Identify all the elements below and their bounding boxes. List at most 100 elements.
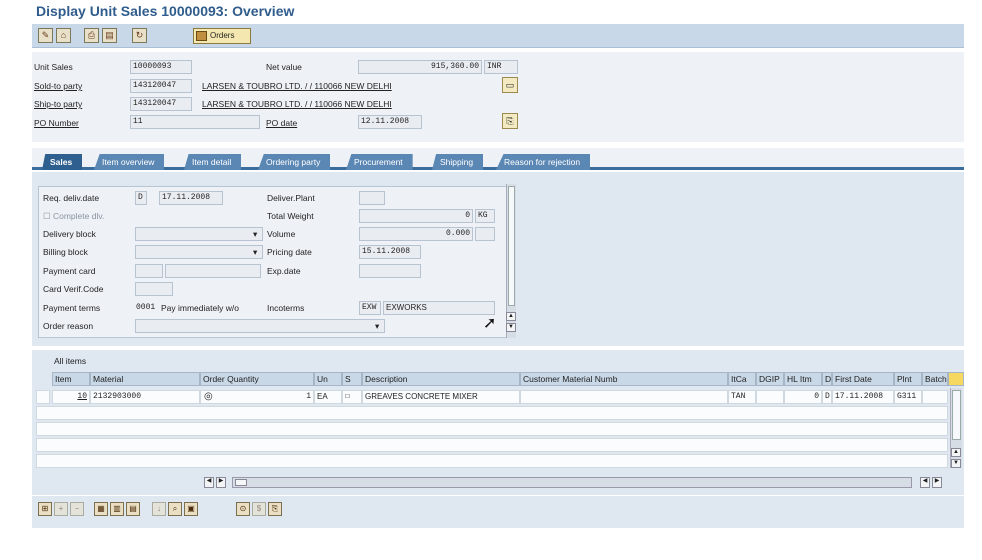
- column-header[interactable]: Plnt: [894, 372, 922, 386]
- payment-card-type-field[interactable]: [135, 264, 163, 278]
- refresh-icon[interactable]: ↻: [132, 28, 147, 43]
- orders-button[interactable]: Orders: [193, 28, 251, 44]
- column-header[interactable]: Material: [90, 372, 200, 386]
- scroll-up-icon[interactable]: ▲: [951, 448, 961, 457]
- insert-row-icon[interactable]: +: [54, 502, 68, 516]
- cell-batch[interactable]: [922, 390, 948, 404]
- cell-description[interactable]: GREAVES CONCRETE MIXER: [362, 390, 520, 404]
- scroll-thumb[interactable]: [952, 390, 961, 440]
- table-row[interactable]: [36, 438, 948, 452]
- column-header[interactable]: Item: [52, 372, 90, 386]
- find-icon[interactable]: ⌕: [168, 502, 182, 516]
- tab-reason-for-rejection[interactable]: Reason for rejection: [496, 154, 591, 170]
- column-header[interactable]: DGIP: [756, 372, 784, 386]
- card-verif-code-field[interactable]: [135, 282, 173, 296]
- items-horizontal-scrollbar[interactable]: [232, 477, 912, 488]
- ship-to-label[interactable]: Ship-to party: [34, 99, 82, 109]
- currency-field[interactable]: INR: [484, 60, 518, 74]
- cell-plant[interactable]: G311: [894, 390, 922, 404]
- document-flow-icon[interactable]: ⎘: [268, 502, 282, 516]
- po-number-label[interactable]: PO Number: [34, 118, 79, 128]
- delete-row-icon[interactable]: −: [70, 502, 84, 516]
- scroll-down-icon[interactable]: ▼: [951, 459, 961, 468]
- column-header[interactable]: Description: [362, 372, 520, 386]
- scroll-left-icon[interactable]: ◀: [920, 477, 930, 488]
- column-header[interactable]: Un: [314, 372, 342, 386]
- payment-card-number-field[interactable]: [165, 264, 261, 278]
- column-header[interactable]: Order Quantity: [200, 372, 314, 386]
- configuration-icon[interactable]: ⊙: [236, 502, 250, 516]
- sold-to-address-icon[interactable]: ▭: [502, 77, 518, 93]
- scroll-thumb[interactable]: [508, 186, 515, 306]
- weight-unit-field[interactable]: KG: [475, 209, 495, 223]
- po-date-field[interactable]: 12.11.2008: [358, 115, 422, 129]
- print-icon[interactable]: ⎙: [84, 28, 99, 43]
- column-header[interactable]: S: [342, 372, 362, 386]
- sort-icon[interactable]: ↓: [152, 502, 166, 516]
- table-row[interactable]: [36, 406, 948, 420]
- po-number-field[interactable]: 11: [130, 115, 260, 129]
- schedule-lines-icon[interactable]: ◎: [204, 391, 213, 402]
- cell-unit[interactable]: EA: [314, 390, 342, 404]
- scroll-right-icon[interactable]: ▶: [932, 477, 942, 488]
- tab-item-overview[interactable]: Item overview: [94, 154, 165, 170]
- ship-to-id-field[interactable]: 143120047: [130, 97, 192, 111]
- volume-unit-field[interactable]: [475, 227, 495, 241]
- column-header[interactable]: First Date: [832, 372, 894, 386]
- tab-procurement[interactable]: Procurement: [346, 154, 413, 170]
- deselect-all-icon[interactable]: ▥: [110, 502, 124, 516]
- tab-sales[interactable]: Sales: [42, 154, 83, 170]
- column-header[interactable]: Customer Material Numb: [520, 372, 728, 386]
- cell-order-quantity[interactable]: 1: [200, 390, 314, 404]
- tab-shipping[interactable]: Shipping: [432, 154, 484, 170]
- complete-dlv-checkbox[interactable]: ☐ Complete dlv.: [43, 211, 104, 222]
- print-preview-icon[interactable]: ▤: [102, 28, 117, 43]
- po-date-label[interactable]: PO date: [266, 118, 297, 128]
- table-settings-icon[interactable]: ▣: [184, 502, 198, 516]
- volume-field[interactable]: 0.000: [359, 227, 473, 241]
- column-header[interactable]: ItCa: [728, 372, 756, 386]
- billing-block-dropdown-icon[interactable]: ▾: [253, 247, 257, 258]
- total-weight-field[interactable]: 0: [359, 209, 473, 223]
- pricing-date-field[interactable]: 15.11.2008: [359, 245, 421, 259]
- table-row[interactable]: [36, 454, 948, 468]
- cell-item[interactable]: 10: [52, 390, 90, 404]
- unit-sales-field[interactable]: 10000093: [130, 60, 192, 74]
- sold-to-id-field[interactable]: 143120047: [130, 79, 192, 93]
- net-value-field[interactable]: 915,360.00: [358, 60, 482, 74]
- column-header[interactable]: Batch: [922, 372, 948, 386]
- exp-date-field[interactable]: [359, 264, 421, 278]
- purchase-order-details-icon[interactable]: ⎘: [502, 113, 518, 129]
- scroll-right-icon[interactable]: ▶: [216, 477, 226, 488]
- order-reason-dropdown-icon[interactable]: ▾: [375, 321, 379, 332]
- select-block-icon[interactable]: ▤: [126, 502, 140, 516]
- cell-d[interactable]: D: [822, 390, 832, 404]
- scroll-down-icon[interactable]: ▼: [506, 323, 516, 332]
- delivery-block-select[interactable]: [135, 227, 263, 241]
- incoterms-code-field[interactable]: EXW: [359, 301, 381, 315]
- billing-block-select[interactable]: [135, 245, 263, 259]
- cell-material[interactable]: 2132903000: [90, 390, 200, 404]
- cell-customer-material[interactable]: [520, 390, 728, 404]
- tab-ordering-party[interactable]: Ordering party: [258, 154, 331, 170]
- column-header[interactable]: HL Itm: [784, 372, 822, 386]
- deliver-plant-field[interactable]: [359, 191, 385, 205]
- table-row[interactable]: [36, 422, 948, 436]
- row-selector[interactable]: [36, 390, 50, 404]
- scroll-up-icon[interactable]: ▲: [506, 312, 516, 321]
- column-header[interactable]: D: [822, 372, 832, 386]
- req-deliv-date-field[interactable]: 17.11.2008: [159, 191, 223, 205]
- order-reason-select[interactable]: [135, 319, 385, 333]
- header-icon[interactable]: ⌂: [56, 28, 71, 43]
- column-settings-icon[interactable]: [948, 372, 964, 386]
- scroll-left-icon[interactable]: ◀: [204, 477, 214, 488]
- sold-to-label[interactable]: Sold-to party: [34, 81, 82, 91]
- item-details-icon[interactable]: ⊞: [38, 502, 52, 516]
- cell-hl-item[interactable]: 0: [784, 390, 822, 404]
- tab-item-detail[interactable]: Item detail: [184, 154, 242, 170]
- cell-dgip[interactable]: [756, 390, 784, 404]
- cell-first-date[interactable]: 17.11.2008: [832, 390, 894, 404]
- cell-item-category[interactable]: TAN: [728, 390, 756, 404]
- payment-terms-code[interactable]: 0001: [136, 303, 155, 312]
- select-all-icon[interactable]: ▦: [94, 502, 108, 516]
